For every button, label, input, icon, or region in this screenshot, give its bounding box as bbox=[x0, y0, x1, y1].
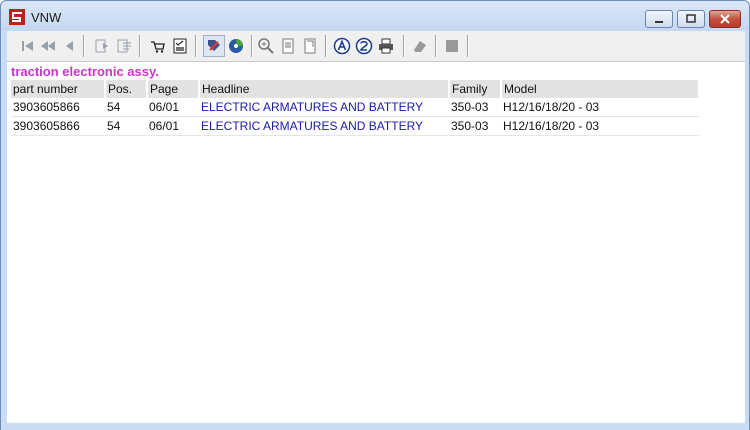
maximize-icon bbox=[686, 14, 696, 23]
chart-icon[interactable] bbox=[227, 37, 245, 55]
cell-family: 350-03 bbox=[449, 116, 501, 136]
page-icon[interactable] bbox=[279, 37, 297, 55]
cell-model: H12/16/18/20 - 03 bbox=[501, 116, 699, 136]
print-icon[interactable] bbox=[377, 37, 395, 55]
table-row[interactable]: 3903605866 54 06/01 ELECTRIC ARMATURES A… bbox=[11, 116, 699, 136]
toolbar-separator bbox=[139, 35, 141, 57]
maximize-button[interactable] bbox=[677, 10, 705, 28]
column-header-headline[interactable]: Headline bbox=[199, 80, 450, 98]
column-header-model[interactable]: Model bbox=[501, 80, 700, 98]
stop-icon[interactable] bbox=[443, 37, 461, 55]
cell-pos: 54 bbox=[105, 98, 147, 117]
next-doc-icon[interactable] bbox=[93, 37, 111, 55]
toolbar-separator bbox=[403, 35, 405, 57]
cell-page: 06/01 bbox=[147, 98, 199, 117]
toolbar-separator bbox=[195, 35, 197, 57]
title-bar[interactable]: VNW bbox=[1, 1, 749, 31]
app-logo-icon bbox=[9, 9, 25, 25]
toolbar bbox=[7, 31, 745, 62]
toolbar-separator bbox=[251, 35, 253, 57]
zoom-in-icon[interactable] bbox=[257, 37, 275, 55]
column-header-family[interactable]: Family bbox=[449, 80, 502, 98]
table-header-row: part number Pos. Page Headline Family Mo… bbox=[11, 80, 700, 98]
cell-family: 350-03 bbox=[449, 98, 501, 117]
column-header-pos[interactable]: Pos. bbox=[105, 80, 148, 98]
toolbar-separator bbox=[467, 35, 469, 57]
column-header-page[interactable]: Page bbox=[147, 80, 200, 98]
close-icon bbox=[720, 14, 730, 24]
toolbar-separator bbox=[325, 35, 327, 57]
prev-icon[interactable] bbox=[61, 37, 79, 55]
cart-icon[interactable] bbox=[149, 37, 167, 55]
window-title: VNW bbox=[31, 10, 62, 25]
first-icon[interactable] bbox=[19, 37, 37, 55]
tag-icon[interactable] bbox=[203, 35, 225, 57]
column-header-part-number[interactable]: part number bbox=[11, 80, 106, 98]
minimize-icon bbox=[655, 21, 663, 23]
toolbar-separator bbox=[83, 35, 85, 57]
cell-part-number: 3903605866 bbox=[11, 116, 105, 136]
app-window: VNW traction electronic assy. part numbe… bbox=[0, 0, 750, 430]
cell-pos: 54 bbox=[105, 116, 147, 136]
page-fit-icon[interactable] bbox=[301, 37, 319, 55]
cell-model: H12/16/18/20 - 03 bbox=[501, 98, 699, 117]
cell-part-number: 3903605866 bbox=[11, 98, 105, 117]
parts-table: part number Pos. Page Headline Family Mo… bbox=[11, 80, 700, 136]
forward-doc-icon[interactable] bbox=[115, 37, 133, 55]
toolbar-separator bbox=[435, 35, 437, 57]
content-area: traction electronic assy. part number Po… bbox=[7, 62, 745, 423]
cell-headline-link[interactable]: ELECTRIC ARMATURES AND BATTERY bbox=[199, 98, 449, 117]
minimize-button[interactable] bbox=[645, 10, 673, 28]
section-title: traction electronic assy. bbox=[11, 64, 159, 79]
font-2-icon[interactable] bbox=[355, 37, 373, 55]
font-a-icon[interactable] bbox=[333, 37, 351, 55]
table-row[interactable]: 3903605866 54 06/01 ELECTRIC ARMATURES A… bbox=[11, 98, 699, 117]
cell-headline-link[interactable]: ELECTRIC ARMATURES AND BATTERY bbox=[199, 116, 449, 136]
checklist-icon[interactable] bbox=[171, 37, 189, 55]
rewind-icon[interactable] bbox=[39, 37, 57, 55]
eraser-icon[interactable] bbox=[411, 37, 429, 55]
window-bottom-border bbox=[1, 423, 749, 430]
close-button[interactable] bbox=[709, 10, 741, 28]
cell-page: 06/01 bbox=[147, 116, 199, 136]
